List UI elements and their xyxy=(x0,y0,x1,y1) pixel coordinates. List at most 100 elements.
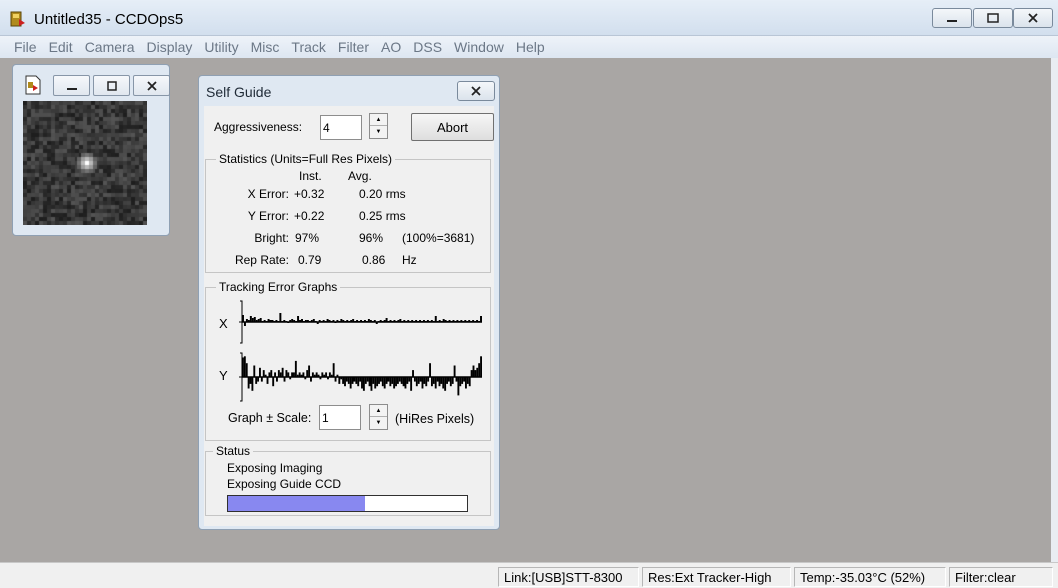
spin-up-icon[interactable]: ▲ xyxy=(370,114,387,126)
menu-misc[interactable]: Misc xyxy=(251,39,280,55)
y-error-bar xyxy=(310,377,312,382)
menu-ao[interactable]: AO xyxy=(381,39,401,55)
y-error-bar xyxy=(398,377,401,382)
y-error-bar xyxy=(355,377,358,384)
y-error-bar xyxy=(419,377,422,382)
y-error-bar xyxy=(464,377,467,389)
x-error-bar xyxy=(352,319,355,322)
menu-bar: File Edit Camera Display Utility Misc Tr… xyxy=(0,36,1058,58)
y-error-bar xyxy=(251,377,254,391)
y-error-bar xyxy=(357,377,360,387)
y-error-bar xyxy=(425,377,428,387)
y-error-bar xyxy=(334,377,337,382)
minimize-icon xyxy=(66,87,77,90)
menu-dss[interactable]: DSS xyxy=(413,39,442,55)
exposure-progress-fill xyxy=(228,496,366,511)
y-error-bar xyxy=(474,370,477,377)
spin-up-icon[interactable]: ▲ xyxy=(370,405,387,417)
y-graph-label: Y xyxy=(219,368,228,383)
x-error-bar xyxy=(360,320,362,322)
x-error-bar xyxy=(399,319,402,322)
title-bar[interactable]: Untitled35 - CCDOps5 xyxy=(0,0,1058,36)
menu-window[interactable]: Window xyxy=(454,39,504,55)
guide-star-image[interactable] xyxy=(23,101,147,225)
y-error-bar xyxy=(259,367,261,377)
y-error-bar xyxy=(302,372,305,377)
close-button[interactable] xyxy=(1013,8,1053,28)
y-error-bar xyxy=(321,372,324,377)
x-error-bar xyxy=(304,320,307,322)
dialog-close-button[interactable] xyxy=(457,81,495,101)
image-close-button[interactable] xyxy=(133,75,170,96)
minimize-button[interactable] xyxy=(932,8,972,28)
x-error-bar xyxy=(285,321,288,322)
x-error-bar xyxy=(332,320,335,322)
x-error-bar xyxy=(350,320,353,322)
x-error-bar xyxy=(251,318,254,322)
menu-help[interactable]: Help xyxy=(516,39,545,55)
maximize-button[interactable] xyxy=(973,8,1013,28)
menu-utility[interactable]: Utility xyxy=(204,39,238,55)
x-error-bar xyxy=(306,320,309,322)
menu-track[interactable]: Track xyxy=(291,39,325,55)
x-error-bar xyxy=(367,319,370,322)
spin-down-icon[interactable]: ▼ xyxy=(370,126,387,138)
x-error-bar xyxy=(432,321,435,322)
y-error-bar xyxy=(478,363,481,377)
abort-button[interactable]: Abort xyxy=(411,113,494,141)
y-error-bar xyxy=(268,372,271,377)
y-error-bar xyxy=(344,377,346,387)
x-error-bar xyxy=(312,319,315,322)
x-error-bar xyxy=(476,320,479,322)
image-window[interactable] xyxy=(12,64,170,236)
y-error-bar xyxy=(257,377,260,382)
x-error-bar xyxy=(265,321,268,322)
x-error-bar xyxy=(277,321,280,322)
status-temperature: Temp:-35.03°C (52%) xyxy=(794,567,946,587)
menu-filter[interactable]: Filter xyxy=(338,39,369,55)
y-error-bar xyxy=(408,377,411,382)
menu-camera[interactable]: Camera xyxy=(85,39,135,55)
image-maximize-button[interactable] xyxy=(93,75,130,96)
y-error-bar xyxy=(330,374,333,377)
close-icon xyxy=(1028,13,1038,23)
y-error-bar xyxy=(457,377,460,396)
y-error-bar xyxy=(311,372,314,377)
y-error-bar xyxy=(415,377,418,387)
dialog-client: Aggressiveness: ▲ ▼ Abort Statistics (Un… xyxy=(204,106,494,526)
vertical-scrollbar[interactable] xyxy=(1051,58,1058,562)
x-error-bar xyxy=(442,319,445,322)
y-error-bar xyxy=(438,377,441,387)
y-error-bar xyxy=(266,377,269,384)
menu-edit[interactable]: Edit xyxy=(49,39,73,55)
x-error-bar xyxy=(377,321,380,322)
statistics-group-title: Statistics (Units=Full Res Pixels) xyxy=(216,152,396,166)
x-error-bar xyxy=(424,321,427,322)
aggressiveness-input[interactable] xyxy=(320,115,362,140)
y-error-bar xyxy=(294,360,297,377)
y-error-bar xyxy=(323,374,326,377)
x-error-bar xyxy=(324,321,327,322)
menu-display[interactable]: Display xyxy=(146,39,192,55)
graph-scale-spinner[interactable]: ▲ ▼ xyxy=(369,404,388,430)
x-error-bar xyxy=(340,319,343,322)
y-error-bar xyxy=(270,370,273,377)
y-error-bar xyxy=(395,377,397,387)
y-error-label: Y Error: xyxy=(247,209,289,223)
x-error-bar xyxy=(468,320,471,322)
status-filter: Filter:clear xyxy=(949,567,1053,587)
y-error-bar xyxy=(372,377,375,384)
x-error-bar xyxy=(444,320,447,322)
graph-scale-input[interactable] xyxy=(319,405,361,430)
x-error-bar xyxy=(375,322,378,324)
aggressiveness-spinner[interactable]: ▲ ▼ xyxy=(369,113,388,139)
y-error-inst: +0.22 xyxy=(294,209,325,223)
x-error-bar xyxy=(395,321,398,322)
y-error-bar xyxy=(293,372,295,377)
y-error-bar xyxy=(446,377,448,384)
spin-down-icon[interactable]: ▼ xyxy=(370,417,387,429)
x-error-bar xyxy=(334,322,337,323)
menu-file[interactable]: File xyxy=(14,39,37,55)
y-error-bar xyxy=(317,374,320,377)
image-minimize-button[interactable] xyxy=(53,75,90,96)
